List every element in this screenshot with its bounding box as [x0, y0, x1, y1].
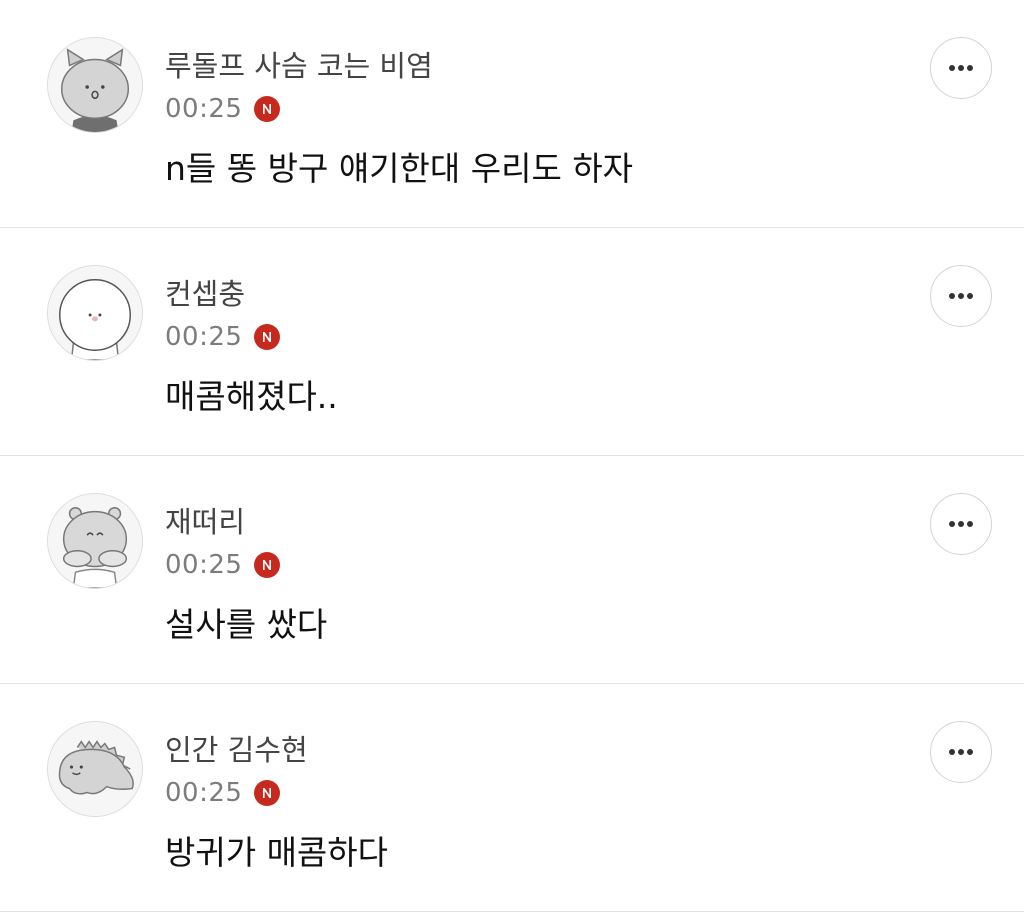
- more-options-button[interactable]: [930, 37, 992, 99]
- comment-meta: 00:25: [165, 548, 281, 582]
- comment-text: 매콤해졌다..: [165, 377, 338, 416]
- more-options-button[interactable]: [930, 265, 992, 327]
- comment-time: 00:25: [165, 778, 243, 808]
- comment-meta: 00:25: [165, 776, 281, 810]
- comment-item: 루돌프 사슴 코는 비염 00:25 n들 똥 방구 얘기한대 우리도 하자: [0, 0, 1024, 228]
- new-badge-icon: [254, 96, 281, 122]
- dino-avatar-icon[interactable]: [47, 721, 143, 817]
- round-face-avatar-icon[interactable]: [47, 265, 143, 361]
- new-badge-icon: [254, 552, 281, 578]
- comment-author[interactable]: 루돌프 사슴 코는 비염: [165, 46, 433, 86]
- comment-item: 재떠리 00:25 설사를 쌌다: [0, 456, 1024, 684]
- comment-text: n들 똥 방구 얘기한대 우리도 하자: [165, 149, 634, 188]
- ellipsis-icon: [949, 749, 973, 755]
- comment-time: 00:25: [165, 94, 243, 124]
- ellipsis-icon: [949, 521, 973, 527]
- comment-author[interactable]: 컨셉충: [165, 274, 245, 314]
- ellipsis-icon: [949, 293, 973, 299]
- comment-meta: 00:25: [165, 92, 281, 126]
- comment-time: 00:25: [165, 550, 243, 580]
- comment-item: 인간 김수현 00:25 방귀가 매콤하다: [0, 684, 1024, 912]
- comment-time: 00:25: [165, 322, 243, 352]
- new-badge-icon: [254, 780, 281, 806]
- comment-list: 루돌프 사슴 코는 비염 00:25 n들 똥 방구 얘기한대 우리도 하자 컨…: [0, 0, 1024, 912]
- more-options-button[interactable]: [930, 493, 992, 555]
- comment-text: 설사를 쌌다: [165, 605, 328, 644]
- comment-author[interactable]: 재떠리: [165, 502, 245, 542]
- comment-meta: 00:25: [165, 320, 281, 354]
- cat-avatar-icon[interactable]: [47, 37, 143, 133]
- comment-author[interactable]: 인간 김수현: [165, 730, 308, 770]
- comment-text: 방귀가 매콤하다: [165, 833, 389, 872]
- comment-item: 컨셉충 00:25 매콤해졌다..: [0, 228, 1024, 456]
- bear-avatar-icon[interactable]: [47, 493, 143, 589]
- new-badge-icon: [254, 324, 281, 350]
- more-options-button[interactable]: [930, 721, 992, 783]
- ellipsis-icon: [949, 65, 973, 71]
